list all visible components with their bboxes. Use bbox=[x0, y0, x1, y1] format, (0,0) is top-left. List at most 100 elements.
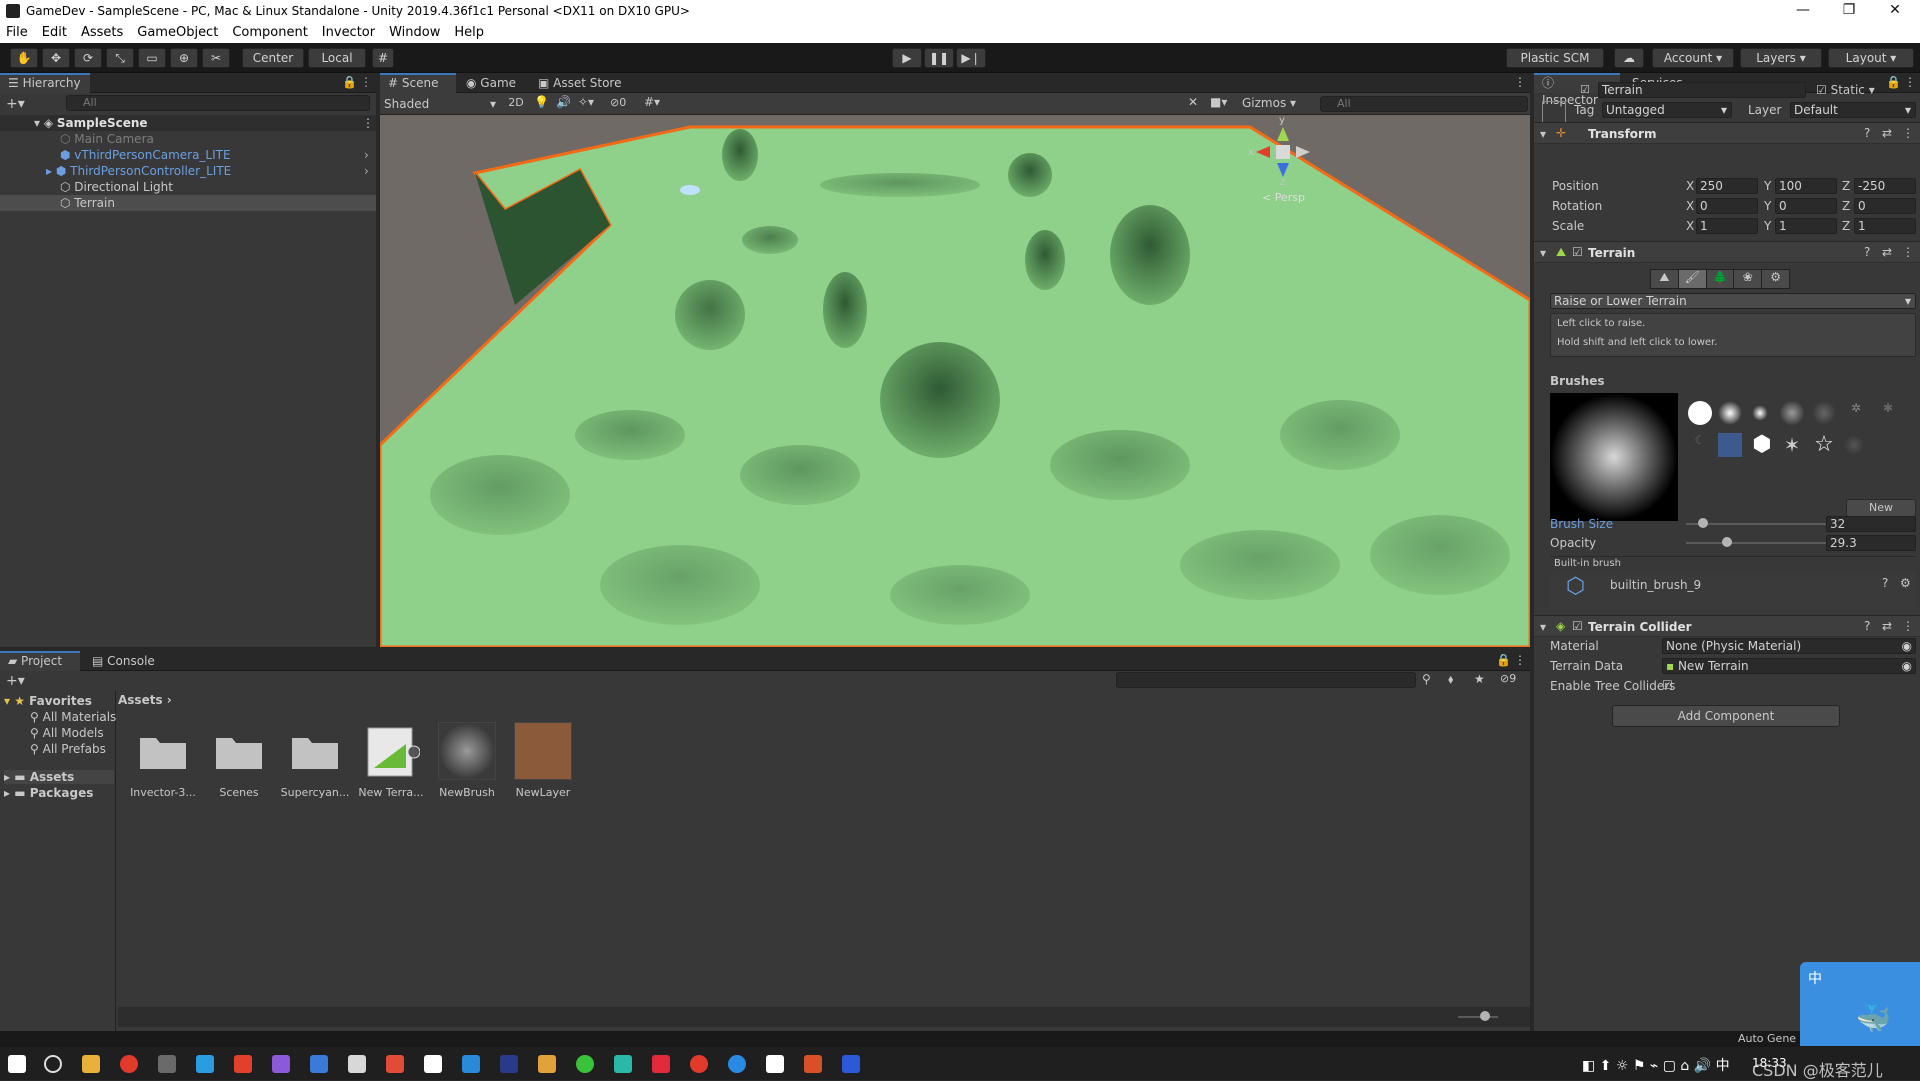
menu-file[interactable]: File bbox=[6, 25, 28, 40]
visual-studio-icon[interactable] bbox=[272, 1055, 290, 1073]
brush-round-soft-icon[interactable] bbox=[1718, 401, 1742, 425]
tab-console[interactable]: ▤ Console bbox=[84, 651, 163, 671]
app-icon[interactable] bbox=[158, 1055, 176, 1073]
scene-viewport[interactable]: y x z < Persp bbox=[380, 115, 1530, 647]
preset-icon[interactable]: ⇄ bbox=[1882, 126, 1892, 140]
plastic-scm-button[interactable]: Plastic SCM bbox=[1506, 48, 1604, 68]
asset-item[interactable]: Scenes bbox=[204, 722, 274, 799]
menu-help[interactable]: Help bbox=[454, 25, 484, 40]
custom-tool-icon[interactable]: ✂ bbox=[202, 48, 230, 68]
scene-kebab-icon[interactable]: ⋮ bbox=[1514, 75, 1526, 89]
tray-icons[interactable]: ◧ ⬆ ☼ ⚑ ⌁ ▢ ⌂ 🔊 中 bbox=[1582, 1055, 1730, 1075]
settings-gear-icon[interactable]: ⚙ bbox=[1900, 576, 1911, 590]
kebab-menu-icon[interactable]: ⋮ bbox=[360, 75, 372, 89]
lock-icon[interactable]: 🔒 bbox=[1886, 75, 1901, 89]
object-picker-icon[interactable]: ◉ bbox=[1902, 659, 1912, 673]
breadcrumb[interactable]: Assets › bbox=[118, 693, 172, 707]
terrain-component-header[interactable]: ▾ ⛰ ☑ Terrain ? ⇄ ⋮ bbox=[1534, 241, 1920, 263]
component-kebab-icon[interactable]: ⋮ bbox=[1902, 245, 1914, 259]
chrome-icon[interactable] bbox=[120, 1055, 138, 1073]
tree-folder-assets[interactable]: ▸ ▬ Assets bbox=[4, 770, 114, 784]
brush-noise-icon[interactable] bbox=[1780, 401, 1804, 425]
app-icon[interactable] bbox=[728, 1055, 746, 1073]
asset-item[interactable]: New Terra... bbox=[356, 722, 426, 799]
brush-size-thumb[interactable] bbox=[1698, 518, 1708, 528]
layers-dropdown[interactable]: Layers ▾ bbox=[1740, 48, 1822, 68]
scene-search-input[interactable]: All bbox=[1320, 96, 1528, 112]
favorites-row[interactable]: ▾ ★ Favorites bbox=[4, 694, 92, 708]
gizmos-dropdown[interactable]: Gizmos ▾ bbox=[1242, 96, 1308, 110]
tag-dropdown[interactable]: Untagged ▾ bbox=[1602, 102, 1732, 118]
tab-game[interactable]: ◉ Game bbox=[458, 73, 524, 93]
perspective-label[interactable]: < Persp bbox=[1262, 191, 1305, 204]
brush-selected-icon[interactable] bbox=[1718, 433, 1742, 457]
tab-asset-store[interactable]: ▣ Asset Store bbox=[530, 73, 630, 93]
camera-icon[interactable]: ■▾ bbox=[1210, 95, 1236, 109]
terrain-enabled-checkbox[interactable]: ☑ bbox=[1572, 245, 1583, 259]
scale-z-field[interactable]: 1 bbox=[1854, 218, 1916, 234]
scene-orientation-gizmo[interactable]: y x z < Persp bbox=[1248, 115, 1318, 209]
object-name-field[interactable]: Terrain bbox=[1598, 82, 1806, 98]
asset-item[interactable]: Invector-3... bbox=[128, 722, 198, 799]
preset-icon[interactable]: ⇄ bbox=[1882, 619, 1892, 633]
collider-enabled-checkbox[interactable]: ☑ bbox=[1572, 619, 1583, 633]
asset-item[interactable]: NewBrush bbox=[432, 722, 502, 799]
tab-hierarchy[interactable]: ☰ Hierarchy bbox=[0, 73, 90, 93]
position-y-field[interactable]: 100 bbox=[1775, 178, 1837, 194]
create-plus-icon[interactable]: +▾ bbox=[6, 96, 25, 112]
brush-size-field[interactable]: 32 bbox=[1826, 516, 1916, 532]
pause-button[interactable]: ❚❚ bbox=[924, 48, 954, 68]
scale-y-field[interactable]: 1 bbox=[1775, 218, 1837, 234]
icon-size-slider[interactable] bbox=[1458, 1016, 1498, 1018]
pivot-center-button[interactable]: Center bbox=[242, 48, 304, 68]
hierarchy-item[interactable]: ⬢ vThirdPersonCamera_LITE › bbox=[0, 147, 376, 163]
create-neighbor-icon[interactable]: ⛰ bbox=[1651, 270, 1679, 288]
app-icon[interactable] bbox=[386, 1055, 404, 1073]
tab-project[interactable]: ▰ Project bbox=[0, 651, 80, 671]
hand-tool-icon[interactable]: ✋ bbox=[10, 48, 38, 68]
material-field[interactable]: None (Physic Material) ◉ bbox=[1662, 638, 1916, 654]
hierarchy-item[interactable]: ▸ ⬢ ThirdPersonController_LITE › bbox=[0, 163, 376, 179]
app-icon[interactable] bbox=[614, 1055, 632, 1073]
paint-trees-icon[interactable]: 🌲 bbox=[1706, 270, 1735, 288]
static-toggle[interactable]: ☑ Static ▾ bbox=[1816, 83, 1875, 97]
notepad-icon[interactable] bbox=[348, 1055, 366, 1073]
step-button[interactable]: ▶❘ bbox=[956, 48, 986, 68]
hidden-packages-toggle[interactable]: ⊘9 bbox=[1500, 672, 1516, 685]
app-icon[interactable] bbox=[538, 1055, 556, 1073]
audio-icon[interactable]: 🔊 bbox=[556, 95, 574, 109]
brush-faint-icon[interactable] bbox=[1844, 435, 1864, 455]
icon-size-thumb[interactable] bbox=[1480, 1011, 1490, 1021]
telegram-icon[interactable] bbox=[196, 1055, 214, 1073]
scene-kebab-icon[interactable]: ⋮ bbox=[362, 115, 374, 131]
active-checkbox[interactable]: ☑ bbox=[1580, 83, 1590, 96]
transform-tool-icon[interactable]: ⊕ bbox=[170, 48, 198, 68]
paint-terrain-icon[interactable]: 🖌 bbox=[1678, 270, 1707, 288]
component-kebab-icon[interactable]: ⋮ bbox=[1902, 619, 1914, 633]
brush-star-outline-icon[interactable]: ☆ bbox=[1812, 433, 1836, 457]
hierarchy-search-input[interactable]: All bbox=[66, 95, 370, 111]
move-tool-icon[interactable]: ✥ bbox=[42, 48, 70, 68]
maximize-button[interactable]: ❐ bbox=[1826, 0, 1872, 22]
terrain-settings-icon[interactable]: ⚙ bbox=[1762, 270, 1789, 288]
lighting-icon[interactable]: 💡 bbox=[534, 95, 552, 109]
app-icon[interactable] bbox=[690, 1055, 708, 1073]
shading-mode-dropdown[interactable]: Shaded ▾ bbox=[382, 96, 500, 112]
app-icon[interactable] bbox=[234, 1055, 252, 1073]
opacity-field[interactable]: 29.3 bbox=[1826, 535, 1916, 551]
powerpoint-icon[interactable] bbox=[804, 1055, 822, 1073]
brush-spatter-icon[interactable]: ✱ bbox=[1876, 401, 1900, 425]
cloud-icon[interactable]: ☁ bbox=[1614, 48, 1644, 68]
layer-dropdown[interactable]: Default ▾ bbox=[1790, 102, 1916, 118]
mode-2d-toggle[interactable]: 2D bbox=[504, 96, 528, 112]
help-icon[interactable]: ? bbox=[1864, 245, 1870, 259]
brush-star-burst-icon[interactable]: ✶ bbox=[1780, 433, 1804, 457]
scale-x-field[interactable]: 1 bbox=[1696, 218, 1758, 234]
component-kebab-icon[interactable]: ⋮ bbox=[1902, 126, 1914, 140]
unity-editor-icon[interactable] bbox=[766, 1055, 784, 1073]
scale-tool-icon[interactable]: ⤡ bbox=[106, 48, 134, 68]
help-icon[interactable]: ? bbox=[1864, 126, 1870, 140]
help-icon[interactable]: ? bbox=[1864, 619, 1870, 633]
transform-header[interactable]: ▾ ✛ Transform ? ⇄ ⋮ bbox=[1534, 122, 1920, 144]
help-icon[interactable]: ? bbox=[1882, 576, 1888, 590]
